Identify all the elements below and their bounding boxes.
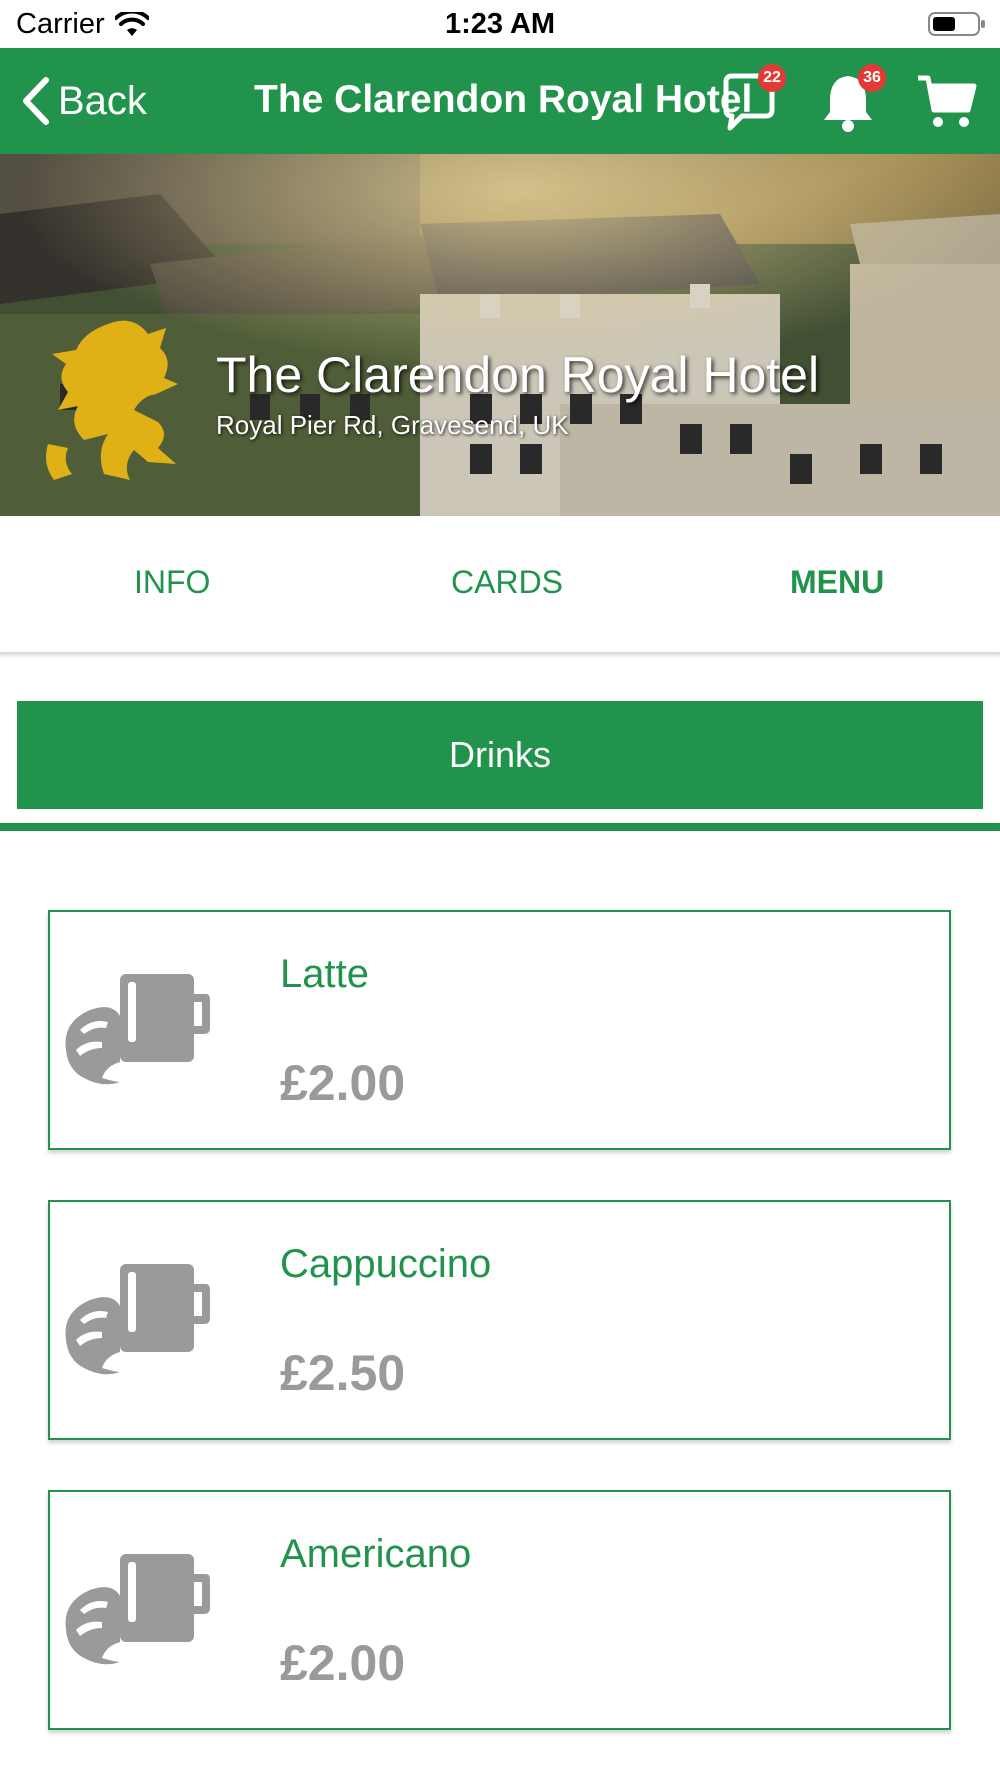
nav-bar: Back The Clarendon Royal Hotel 22 36 [0, 48, 1000, 154]
tab-menu[interactable]: MENU [790, 564, 884, 601]
cart-icon [918, 75, 977, 127]
tab-info[interactable]: INFO [134, 564, 210, 601]
menu-item-americano[interactable]: Americano £2.00 [48, 1490, 951, 1730]
hotel-address: Royal Pier Rd, Gravesend, UK [216, 410, 569, 440]
back-button[interactable]: Back [20, 72, 147, 130]
hotel-lion-logo [46, 320, 178, 480]
croissant-cup-icon [65, 974, 210, 1085]
menu-item-name: Cappuccino [280, 1242, 492, 1286]
menu-item-price: £2.50 [280, 1345, 406, 1401]
menu-item-cappuccino[interactable]: Cappuccino £2.50 [48, 1200, 951, 1440]
status-time: 1:23 AM [444, 8, 556, 40]
menu-item-price: £2.00 [280, 1635, 406, 1691]
back-label: Back [58, 78, 147, 123]
menu-item-name: Americano [280, 1532, 472, 1576]
category-drinks-button[interactable]: Drinks [17, 701, 983, 809]
croissant-cup-icon [65, 1554, 210, 1665]
notification-badge: 36 [858, 64, 886, 92]
category-divider [0, 823, 1000, 831]
chat-button[interactable]: 22 [716, 64, 786, 134]
cart-button[interactable] [916, 70, 980, 134]
hotel-name: The Clarendon Royal Hotel [216, 347, 820, 403]
croissant-cup-icon [65, 1264, 210, 1375]
chat-badge: 22 [758, 64, 786, 92]
section-tabs: INFO CARDS MENU [0, 516, 1000, 654]
battery-icon [928, 12, 985, 36]
tab-cards[interactable]: CARDS [451, 564, 563, 601]
menu-item-price: £2.00 [280, 1055, 406, 1111]
page-title: The Clarendon Royal Hotel [254, 78, 753, 121]
notifications-button[interactable]: 36 [816, 64, 886, 134]
menu-item-name: Latte [280, 952, 369, 996]
menu-item-latte[interactable]: Latte £2.00 [48, 910, 951, 1150]
chevron-left-icon [23, 77, 49, 125]
hotel-banner: The Clarendon Royal Hotel Royal Pier Rd,… [0, 154, 1000, 516]
status-bar: Carrier 1:23 AM [0, 0, 1000, 48]
